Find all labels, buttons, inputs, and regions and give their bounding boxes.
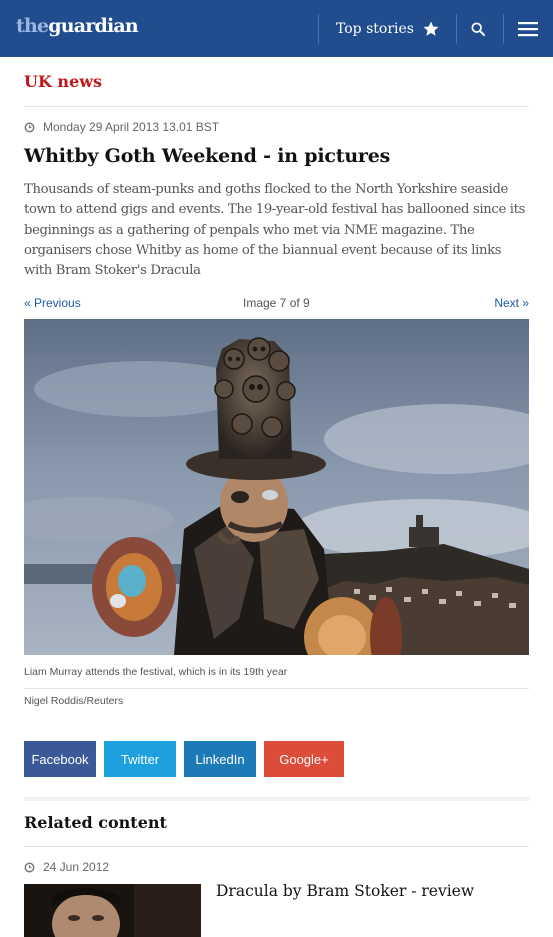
steampunk-portrait-image xyxy=(24,319,529,655)
divider xyxy=(24,846,529,847)
linkedin-share-button[interactable]: LinkedIn xyxy=(184,741,256,777)
googleplus-share-button[interactable]: Google+ xyxy=(264,741,344,777)
section-label[interactable]: UK news xyxy=(24,72,102,91)
related-item-thumbnail[interactable] xyxy=(24,884,201,937)
guardian-logo[interactable]: theguardian xyxy=(16,15,139,37)
facebook-share-button[interactable]: Facebook xyxy=(24,741,96,777)
gallery-image[interactable] xyxy=(24,319,529,655)
related-content-heading: Related content xyxy=(24,813,167,832)
nav-divider xyxy=(318,14,319,44)
clock-icon xyxy=(24,862,35,872)
logo-the: the xyxy=(16,15,49,37)
top-stories-link[interactable]: Top stories xyxy=(336,21,414,37)
search-button[interactable] xyxy=(463,14,493,44)
next-link[interactable]: Next » xyxy=(494,296,529,310)
related-item-dateline: 24 Jun 2012 xyxy=(24,860,109,874)
article-dateline: Monday 29 April 2013 13.01 BST xyxy=(24,120,219,134)
nav-divider xyxy=(456,14,457,44)
divider xyxy=(24,106,529,107)
twitter-share-button[interactable]: Twitter xyxy=(104,741,176,777)
article-headline: Whitby Goth Weekend - in pictures xyxy=(24,145,391,167)
article-standfirst: Thousands of steam-punks and goths flock… xyxy=(24,182,525,279)
menu-button[interactable] xyxy=(513,14,543,44)
related-item-date: 24 Jun 2012 xyxy=(43,860,110,874)
article-date: Monday 29 April 2013 13.01 BST xyxy=(43,120,220,134)
star-button[interactable] xyxy=(416,14,446,44)
site-header: theguardian Top stories xyxy=(0,0,553,57)
section-divider xyxy=(24,797,529,801)
image-credit: Nigel Roddis/Reuters xyxy=(24,695,124,707)
gallery-pager: « Previous Image 7 of 9 Next » xyxy=(24,296,529,312)
divider xyxy=(24,688,529,689)
clock-icon xyxy=(24,122,35,132)
related-item-headline[interactable]: Dracula by Bram Stoker - review xyxy=(216,882,474,900)
nav-divider xyxy=(503,14,504,44)
image-caption: Liam Murray attends the festival, which … xyxy=(24,666,288,678)
menu-icon xyxy=(518,22,538,37)
previous-link[interactable]: « Previous xyxy=(24,296,81,310)
dracula-thumbnail-image xyxy=(24,884,201,937)
star-icon xyxy=(423,21,439,36)
logo-guardian: guardian xyxy=(48,15,138,37)
search-icon xyxy=(471,22,485,36)
image-counter: Image 7 of 9 xyxy=(243,296,310,310)
